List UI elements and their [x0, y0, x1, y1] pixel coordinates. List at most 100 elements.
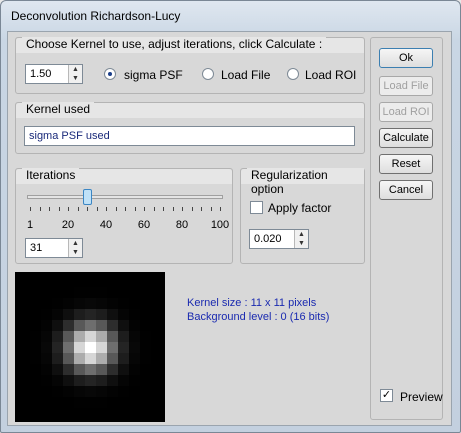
slider-tick	[96, 207, 98, 211]
reset-button[interactable]: Reset	[379, 154, 433, 174]
factor-stepper[interactable]: 0.020 ▲ ▼	[249, 229, 309, 249]
kernel-pixel	[117, 385, 129, 397]
kernel-pixel	[106, 374, 118, 386]
slider-tick-label: 80	[175, 219, 189, 231]
kernel-pixel	[73, 341, 85, 353]
kernel-pixel	[51, 352, 63, 364]
kernel-pixel	[51, 319, 63, 331]
kernel-pixel	[62, 297, 74, 309]
ok-button[interactable]: Ok	[379, 48, 433, 68]
kernel-pixel	[51, 396, 63, 408]
slider-tick	[144, 207, 145, 211]
kernel-pixel	[95, 363, 107, 375]
radio-sigma-psf-label: sigma PSF	[124, 68, 183, 82]
kernel-pixel	[128, 385, 140, 397]
apply-factor-checkbox[interactable]	[250, 201, 263, 214]
kernel-pixel	[139, 396, 151, 408]
kernel-pixel	[117, 352, 129, 364]
radio-sigma-psf[interactable]	[104, 68, 116, 80]
kernel-pixel	[139, 330, 151, 342]
calculate-button[interactable]: Calculate	[379, 128, 433, 148]
slider-tick	[125, 207, 126, 211]
kernel-pixel	[128, 330, 140, 342]
kernel-pixel	[84, 341, 96, 353]
kernel-pixel	[128, 396, 140, 408]
kernel-pixel	[84, 396, 96, 408]
kernel-pixel	[29, 385, 41, 397]
kernel-pixel	[62, 341, 74, 353]
kernel-used-field[interactable]: sigma PSF used	[24, 126, 355, 146]
slider-tick	[68, 207, 69, 211]
kernel-size-text: Kernel size : 11 x 11 pixels	[187, 297, 317, 309]
iterations-slider-track[interactable]	[27, 195, 223, 199]
slider-tick	[58, 207, 60, 211]
kernel-pixel	[128, 341, 140, 353]
kernel-pixel	[84, 352, 96, 364]
kernel-pixel	[117, 330, 129, 342]
iterations-slider-thumb[interactable]	[83, 189, 92, 205]
kernel-pixel	[62, 308, 74, 320]
kernel-pixel	[106, 363, 118, 375]
slider-tick	[182, 207, 183, 211]
slider-tick	[201, 207, 202, 211]
kernel-pixel	[73, 286, 85, 298]
load-roi-button[interactable]: Load ROI	[379, 102, 433, 122]
kernel-pixel	[95, 319, 107, 331]
kernel-pixel	[29, 396, 41, 408]
iterations-down-arrow-icon[interactable]: ▼	[69, 248, 82, 257]
kernel-pixel	[95, 396, 107, 408]
kernel-pixel	[84, 286, 96, 298]
kernel-pixel	[40, 330, 52, 342]
factor-down-arrow-icon[interactable]: ▼	[295, 239, 308, 248]
kernel-pixel	[106, 319, 118, 331]
kernel-pixel	[139, 352, 151, 364]
kernel-pixel	[73, 352, 85, 364]
load-file-button[interactable]: Load File	[379, 76, 433, 96]
kernel-pixel	[51, 341, 63, 353]
kernel-pixel	[106, 352, 118, 364]
kernel-pixel	[51, 385, 63, 397]
slider-tick-label: 60	[137, 219, 151, 231]
kernel-pixel	[29, 374, 41, 386]
iterations-title: Iterations	[22, 168, 80, 182]
kernel-pixel	[73, 308, 85, 320]
radio-load-file[interactable]	[202, 68, 214, 80]
kernel-choice-title: Choose Kernel to use, adjust iterations,…	[22, 37, 327, 51]
factor-up-arrow-icon[interactable]: ▲	[295, 230, 308, 239]
sigma-down-arrow-icon[interactable]: ▼	[69, 74, 82, 83]
kernel-pixel	[117, 341, 129, 353]
kernel-pixel	[51, 363, 63, 375]
kernel-pixel	[128, 308, 140, 320]
radio-load-roi[interactable]	[287, 68, 299, 80]
kernel-pixel	[40, 396, 52, 408]
sigma-stepper[interactable]: 1.50 ▲ ▼	[25, 64, 83, 84]
kernel-pixel	[95, 330, 107, 342]
slider-tick	[30, 207, 31, 211]
kernel-pixel	[106, 341, 118, 353]
kernel-pixel	[29, 330, 41, 342]
slider-tick	[153, 207, 155, 211]
kernel-pixel	[51, 297, 63, 309]
sigma-value: 1.50	[30, 68, 52, 80]
kernel-pixel	[95, 341, 107, 353]
kernel-pixel	[51, 374, 63, 386]
kernel-pixel	[139, 385, 151, 397]
background-level-text: Background level : 0 (16 bits)	[187, 311, 330, 323]
kernel-pixel	[106, 286, 118, 298]
kernel-pixel	[51, 330, 63, 342]
preview-checkbox[interactable]: ✓	[380, 389, 393, 402]
cancel-button[interactable]: Cancel	[379, 180, 433, 200]
iterations-stepper[interactable]: 31 ▲ ▼	[25, 238, 83, 258]
kernel-pixel	[128, 319, 140, 331]
sigma-up-arrow-icon[interactable]: ▲	[69, 65, 82, 74]
kernel-pixel	[62, 319, 74, 331]
iterations-up-arrow-icon[interactable]: ▲	[69, 239, 82, 248]
slider-tick	[77, 207, 79, 211]
slider-tick	[210, 207, 212, 211]
slider-tick	[172, 207, 174, 211]
slider-tick-label: 20	[61, 219, 75, 231]
kernel-pixel	[40, 286, 52, 298]
kernel-pixel	[73, 385, 85, 397]
kernel-pixel	[117, 363, 129, 375]
kernel-pixel	[73, 374, 85, 386]
